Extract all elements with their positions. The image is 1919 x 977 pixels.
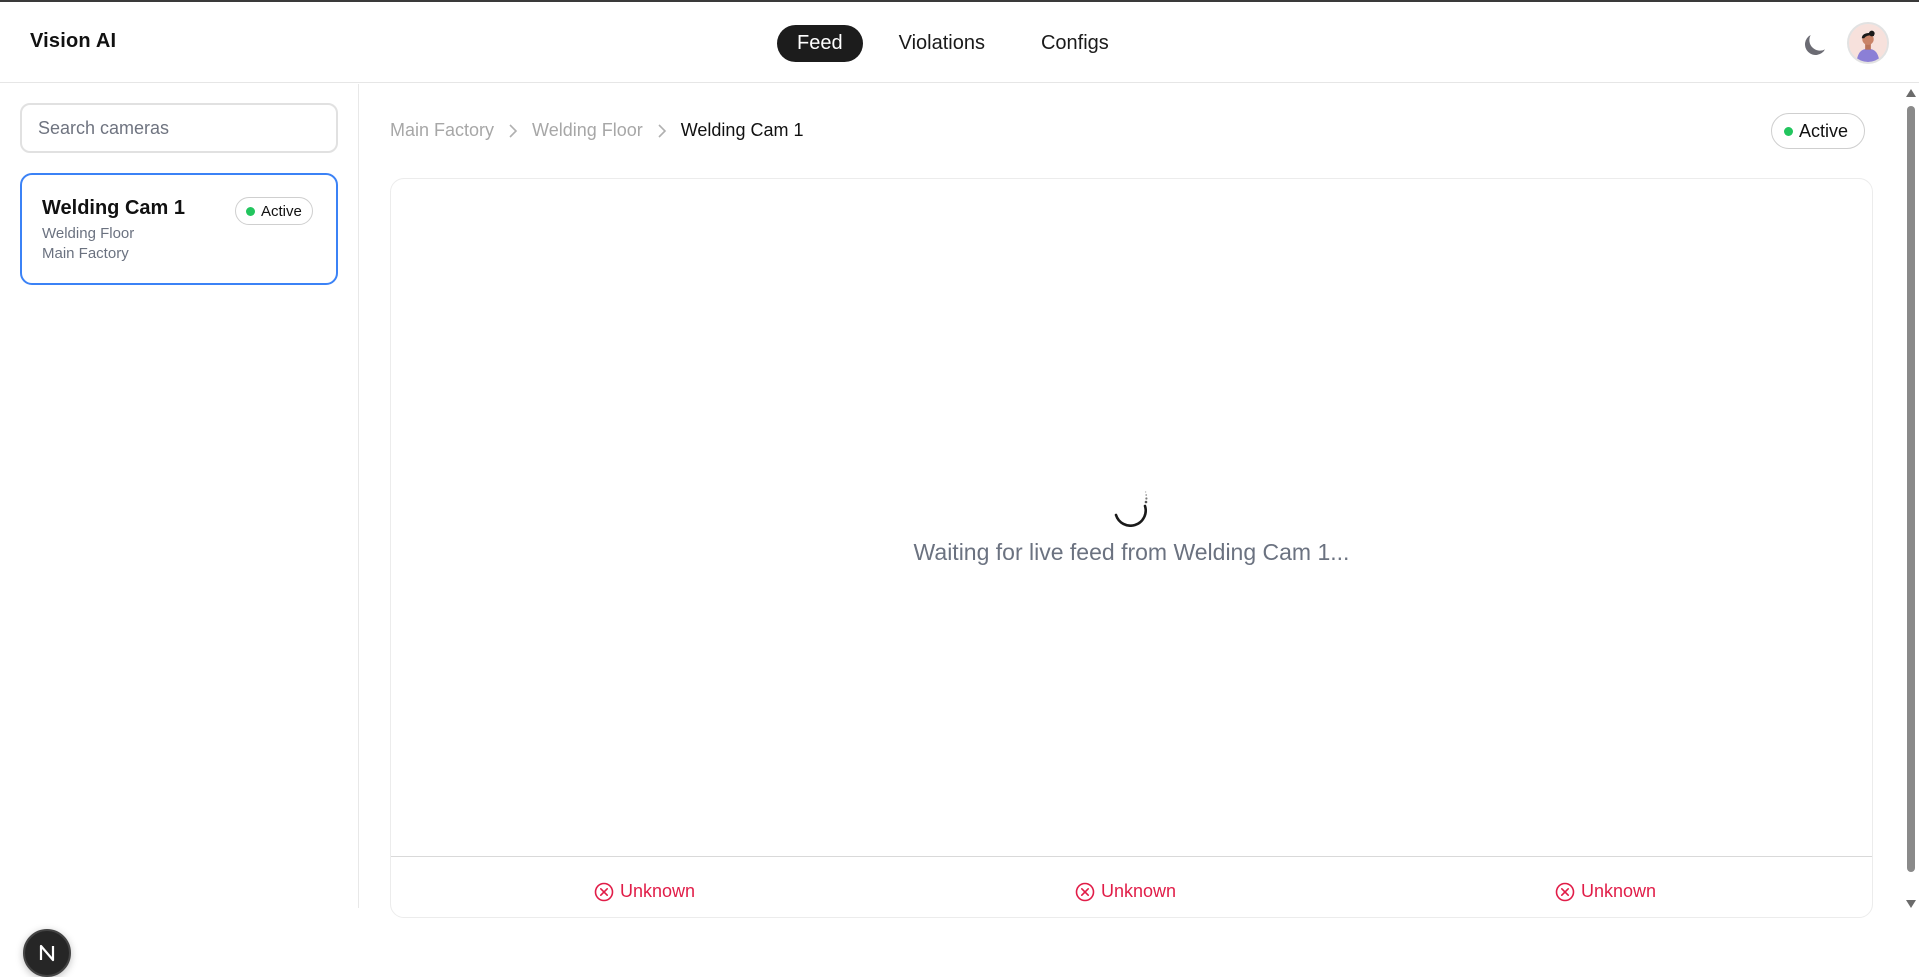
- page-scrollbar[interactable]: [1903, 84, 1919, 908]
- camera-sidebar: Welding Cam 1 Active Welding Floor Main …: [0, 84, 359, 977]
- status-dot-icon: [1784, 126, 1793, 136]
- scroll-up-arrow-icon[interactable]: [1906, 89, 1916, 97]
- x-circle-icon: [1555, 882, 1575, 901]
- nav-configs[interactable]: Configs: [1021, 25, 1129, 62]
- status-indicator-2: Unknown: [1075, 881, 1176, 902]
- feed-status-row: Unknown Unknown Unknown: [391, 856, 1872, 919]
- nav-violations[interactable]: Violations: [879, 25, 1005, 62]
- breadcrumb: Main Factory Welding Floor Welding Cam 1: [390, 120, 803, 141]
- status-indicator-3: Unknown: [1555, 881, 1656, 902]
- camera-card-welding-cam-1[interactable]: Welding Cam 1 Active Welding Floor Main …: [20, 173, 338, 285]
- breadcrumb-camera: Welding Cam 1: [680, 120, 804, 140]
- breadcrumb-site[interactable]: Main Factory: [390, 120, 494, 141]
- scroll-down-arrow-icon[interactable]: [1906, 900, 1916, 908]
- moon-icon[interactable]: [1800, 30, 1830, 60]
- top-navbar: Vision AI Feed Violations Configs: [0, 2, 1919, 83]
- camera-name: Welding Cam 1: [42, 197, 185, 219]
- status-indicator-label: Unknown: [620, 881, 696, 901]
- header-status-label: Active: [1799, 120, 1849, 141]
- next-logo-button[interactable]: [23, 929, 71, 977]
- main-nav: Feed Violations Configs: [777, 24, 1129, 62]
- breadcrumb-floor[interactable]: Welding Floor: [532, 120, 643, 141]
- status-indicator-label: Unknown: [1101, 881, 1177, 901]
- brand-title: Vision AI: [30, 30, 117, 52]
- live-feed-panel: Waiting for live feed from Welding Cam 1…: [390, 178, 1873, 918]
- avatar-illustration-icon: [1849, 24, 1887, 62]
- chevron-right-icon: [509, 123, 518, 138]
- camera-status-badge: Active: [235, 197, 313, 225]
- status-dot-icon: [246, 206, 255, 216]
- camera-search-input[interactable]: [20, 103, 338, 153]
- camera-status-badge-header: Active: [1771, 113, 1866, 149]
- scrollbar-thumb[interactable]: [1907, 106, 1915, 872]
- status-indicator-label: Unknown: [1581, 881, 1657, 901]
- camera-floor: Welding Floor: [42, 225, 135, 242]
- chevron-right-icon: [658, 123, 666, 138]
- waiting-message: Waiting for live feed from Welding Cam 1…: [913, 539, 1350, 565]
- x-circle-icon: [1075, 882, 1095, 901]
- camera-site: Main Factory: [42, 245, 129, 262]
- camera-status-label: Active: [261, 202, 302, 220]
- status-indicator-1: Unknown: [594, 881, 695, 902]
- next-logo-icon: [39, 944, 55, 962]
- nav-feed[interactable]: Feed: [777, 24, 863, 62]
- user-avatar[interactable]: [1847, 22, 1889, 64]
- x-circle-icon: [594, 882, 614, 901]
- loading-spinner-icon: [1114, 491, 1148, 527]
